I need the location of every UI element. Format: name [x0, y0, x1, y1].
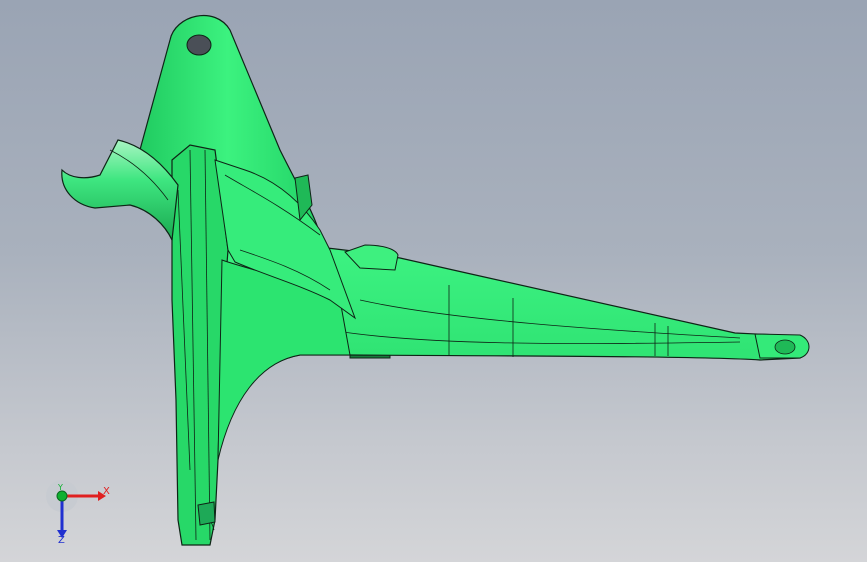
bracket-part-model[interactable] [0, 0, 867, 562]
orientation-triad: X Y Z [40, 478, 120, 548]
y-axis-label: Y [58, 483, 63, 492]
lug-hole [186, 34, 212, 56]
z-axis-label: Z [58, 535, 65, 546]
post-bottom-notch [197, 501, 216, 526]
graphics-viewport[interactable]: X Y Z [0, 0, 867, 562]
arm-end-hole [774, 339, 796, 355]
vertical-post [171, 144, 229, 546]
x-axis-label: X [103, 486, 110, 497]
